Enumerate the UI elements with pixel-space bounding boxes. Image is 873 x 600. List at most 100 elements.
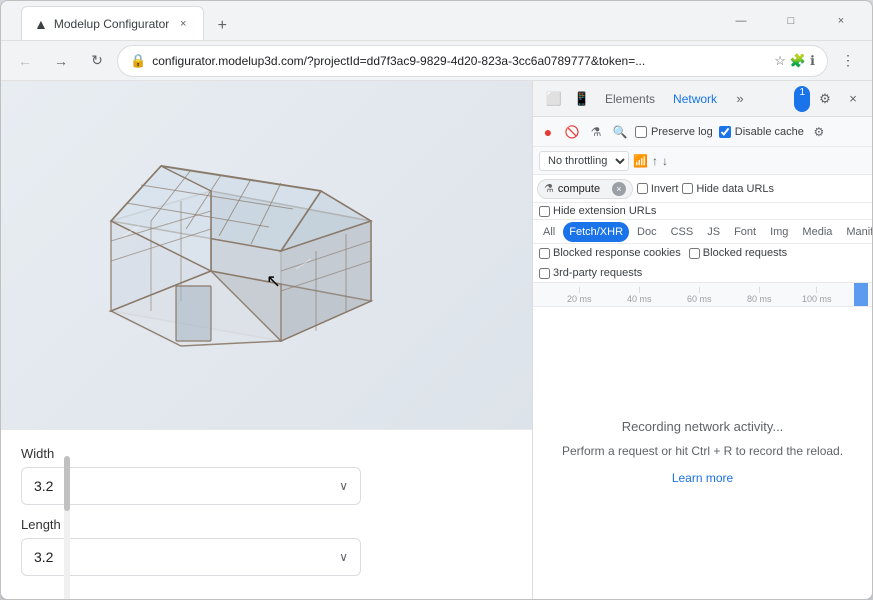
filter-bar: ⚗ × Invert Hide data URLs: [533, 175, 872, 203]
blocked-requests-checkbox[interactable]: [689, 248, 700, 259]
webpage-form: Width 3.2 ∨ Length 3.2 ∨: [1, 429, 532, 599]
extension-icon[interactable]: 🧩: [790, 53, 806, 69]
throttle-select[interactable]: No throttling: [539, 151, 629, 171]
third-party-requests-label: 3rd-party requests: [553, 267, 642, 279]
scrollbar-track[interactable]: [64, 456, 70, 599]
close-button[interactable]: ×: [818, 5, 864, 37]
blocked-requests-group[interactable]: Blocked requests: [689, 247, 787, 259]
timeline-mark-40: 40 ms: [627, 287, 652, 304]
extensions-button[interactable]: ⋮: [832, 45, 864, 77]
network-filter-icon[interactable]: ⚗: [587, 123, 605, 141]
tab-network[interactable]: Network: [665, 86, 725, 112]
back-button[interactable]: ←: [9, 45, 41, 77]
window-controls: — □ ×: [718, 5, 864, 37]
width-select[interactable]: 3.2 ∨: [21, 467, 361, 505]
throttle-bar: No throttling 📶 ↑ ↓: [533, 147, 872, 175]
type-img-button[interactable]: Img: [764, 222, 794, 242]
browser-window: ▲ Modelup Configurator × + — □ × ← → ↻ 🔒…: [0, 0, 873, 600]
type-css-button[interactable]: CSS: [665, 222, 700, 242]
devtools-inspect-icon[interactable]: ⬜: [541, 86, 567, 112]
timeline-active-bar: [854, 283, 868, 306]
nav-bar: ← → ↻ 🔒 configurator.modelup3d.com/?proj…: [1, 41, 872, 81]
network-settings-icon[interactable]: ⚙: [810, 123, 828, 141]
active-tab[interactable]: ▲ Modelup Configurator ×: [21, 6, 204, 40]
devtools-settings-icon[interactable]: ⚙: [812, 86, 838, 112]
length-chevron-icon: ∨: [339, 550, 348, 564]
filter-magnifier-icon: ⚗: [544, 182, 554, 195]
timeline-ruler: 20 ms 40 ms 60 ms 80 ms 100 ms: [533, 283, 872, 307]
devtools-tab-bar: ⬜ 📱 Elements Network »: [539, 86, 790, 112]
title-bar: ▲ Modelup Configurator × + — □ ×: [1, 1, 872, 41]
bookmark-icon[interactable]: ☆: [774, 53, 786, 69]
hide-data-urls-checkbox-group[interactable]: Hide data URLs: [682, 183, 774, 195]
length-field: Length 3.2 ∨: [21, 517, 512, 576]
tab-elements[interactable]: Elements: [597, 86, 663, 112]
filter-input[interactable]: [558, 183, 608, 195]
devtools-close-icon[interactable]: ×: [840, 86, 866, 112]
width-value: 3.2: [34, 478, 53, 494]
blocked-response-cookies-group[interactable]: Blocked response cookies: [539, 247, 681, 259]
forward-button[interactable]: →: [45, 45, 77, 77]
more-tabs-icon[interactable]: »: [727, 86, 753, 112]
type-filter-bar: All Fetch/XHR Doc CSS JS Font Img Media …: [533, 220, 872, 244]
download-icon: ↓: [662, 154, 668, 168]
type-font-button[interactable]: Font: [728, 222, 762, 242]
hide-extension-checkbox-group[interactable]: Hide extension URLs: [539, 205, 866, 217]
type-fetchxhr-button[interactable]: Fetch/XHR: [563, 222, 629, 242]
lock-icon: 🔒: [130, 53, 146, 69]
blocked-response-cookies-label: Blocked response cookies: [553, 247, 681, 259]
address-bar[interactable]: 🔒 configurator.modelup3d.com/?projectId=…: [117, 45, 828, 77]
extra-filters-bar: Blocked response cookies Blocked request…: [533, 244, 872, 283]
url-text: configurator.modelup3d.com/?projectId=dd…: [152, 54, 768, 68]
preserve-log-group: Preserve log: [635, 126, 713, 138]
type-doc-button[interactable]: Doc: [631, 222, 663, 242]
type-all-button[interactable]: All: [537, 222, 561, 242]
disable-cache-checkbox[interactable]: [719, 126, 731, 138]
disable-cache-label[interactable]: Disable cache: [735, 126, 804, 138]
length-select[interactable]: 3.2 ∨: [21, 538, 361, 576]
type-js-button[interactable]: JS: [701, 222, 726, 242]
preserve-log-label[interactable]: Preserve log: [651, 126, 713, 138]
minimize-button[interactable]: —: [718, 5, 764, 37]
hide-extension-label: Hide extension URLs: [553, 205, 656, 217]
invert-label: Invert: [651, 183, 679, 195]
timeline-marks: 20 ms 40 ms 60 ms 80 ms 100 ms: [537, 283, 868, 306]
greenhouse-image: ↖: [51, 111, 431, 371]
tab-favicon: ▲: [34, 16, 48, 32]
invert-checkbox[interactable]: [637, 183, 648, 194]
timeline-mark-80: 80 ms: [747, 287, 772, 304]
hide-extension-checkbox[interactable]: [539, 206, 550, 217]
hide-data-urls-checkbox[interactable]: [682, 183, 693, 194]
nav-extras: ⋮: [832, 45, 864, 77]
network-clear-button[interactable]: 🚫: [563, 123, 581, 141]
network-search-icon[interactable]: 🔍: [611, 123, 629, 141]
devtools-badge: 1: [794, 86, 810, 112]
blocked-response-cookies-checkbox[interactable]: [539, 248, 550, 259]
preserve-log-checkbox[interactable]: [635, 126, 647, 138]
recording-body: Perform a request or hit Ctrl + R to rec…: [562, 442, 843, 461]
learn-more-container: Learn more: [562, 469, 843, 488]
type-manifest-button[interactable]: Manifest: [840, 222, 872, 242]
devtools-right-icons: 1 ⚙ ×: [794, 86, 866, 112]
tab-area: ▲ Modelup Configurator × +: [21, 1, 714, 40]
learn-more-link[interactable]: Learn more: [672, 471, 733, 485]
scrollbar-thumb[interactable]: [64, 456, 70, 511]
invert-checkbox-group[interactable]: Invert: [637, 183, 679, 195]
recording-title: Recording network activity...: [562, 417, 843, 438]
info-icon[interactable]: ℹ: [810, 53, 815, 69]
third-party-requests-checkbox[interactable]: [539, 268, 550, 279]
devtools-device-icon[interactable]: 📱: [569, 86, 595, 112]
devtools-toolbar: ⬜ 📱 Elements Network » 1 ⚙ ×: [533, 81, 872, 117]
disable-cache-group: Disable cache: [719, 126, 804, 138]
network-record-button[interactable]: ●: [539, 123, 557, 141]
filter-input-group[interactable]: ⚗ ×: [537, 179, 633, 199]
type-media-button[interactable]: Media: [796, 222, 838, 242]
reload-button[interactable]: ↻: [81, 45, 113, 77]
maximize-button[interactable]: □: [768, 5, 814, 37]
filter-clear-button[interactable]: ×: [612, 182, 626, 196]
main-area: ↖ Width 3.2 ∨ Length 3.2 ∨: [1, 81, 872, 599]
third-party-requests-group[interactable]: 3rd-party requests: [539, 267, 642, 279]
tab-close-button[interactable]: ×: [175, 16, 191, 32]
address-bar-icons: ☆ 🧩 ℹ: [774, 53, 815, 69]
new-tab-button[interactable]: +: [208, 12, 236, 40]
